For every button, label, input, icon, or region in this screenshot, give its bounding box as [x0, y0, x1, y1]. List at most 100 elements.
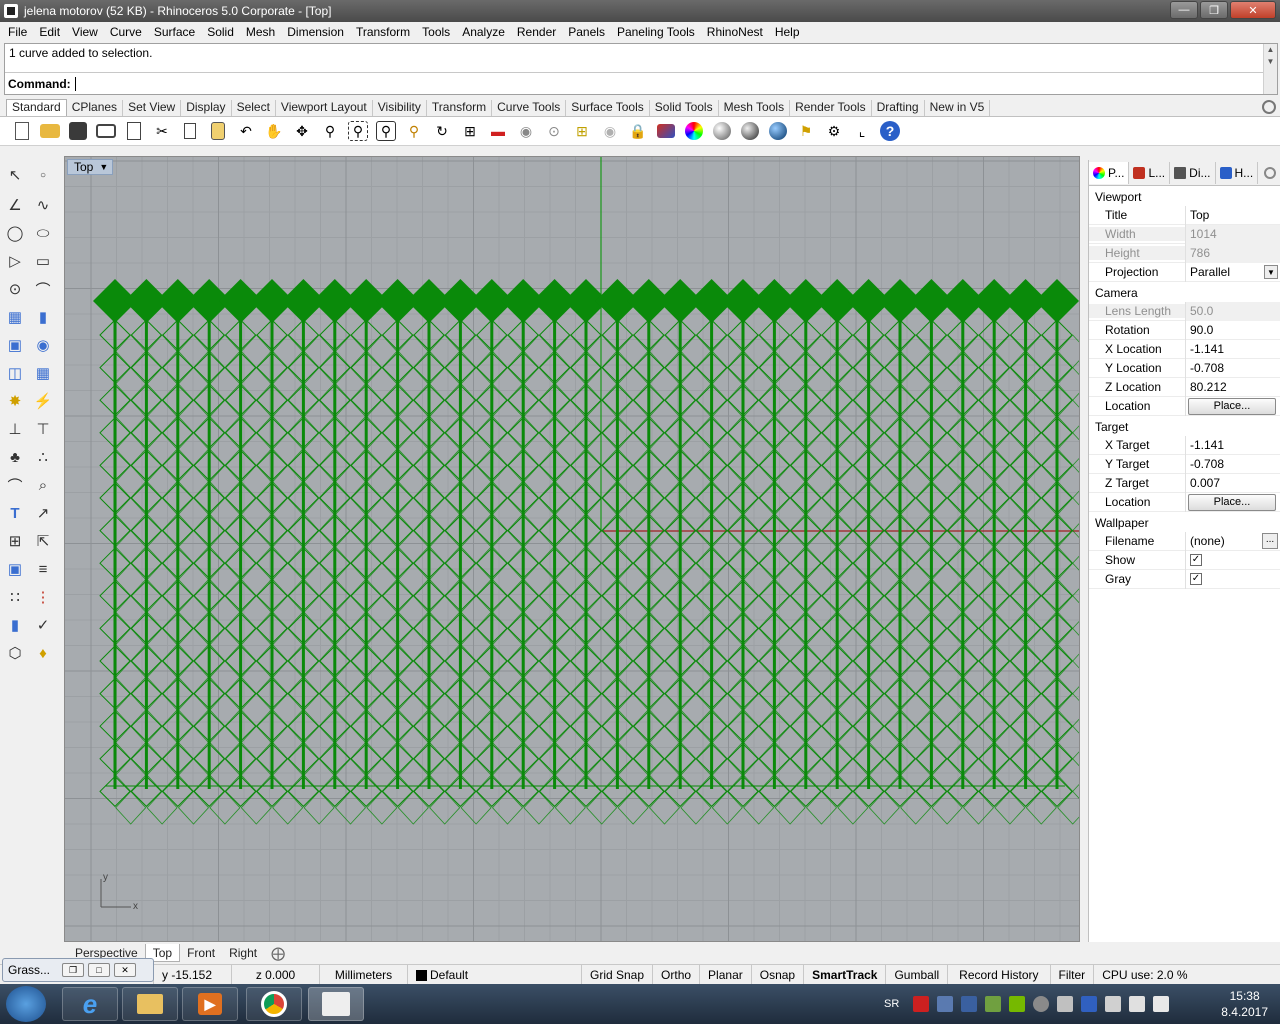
rotate-view-button[interactable]: ✥ [288, 117, 316, 145]
internet-explorer-icon[interactable]: e [62, 987, 118, 1021]
media-player-icon[interactable]: ▶ [182, 987, 238, 1021]
sync-tray-icon[interactable] [985, 996, 1002, 1012]
menu-analyze[interactable]: Analyze [456, 25, 511, 39]
boolean-union-icon[interactable]: ◉ [30, 332, 56, 358]
rotate-button[interactable]: ↻ [428, 117, 456, 145]
menu-curve[interactable]: Curve [104, 25, 148, 39]
menu-solid[interactable]: Solid [201, 25, 240, 39]
cplane-origin-button[interactable]: ⊞ [568, 117, 596, 145]
menu-rhinonest[interactable]: RhinoNest [701, 25, 769, 39]
block-icon[interactable]: ▣ [2, 556, 28, 582]
menu-paneling-tools[interactable]: Paneling Tools [611, 25, 701, 39]
copy-button[interactable] [176, 117, 204, 145]
close-icon[interactable]: ✕ [114, 963, 137, 977]
text-icon[interactable]: T [2, 500, 28, 526]
paste-button[interactable] [204, 117, 232, 145]
zoom-window-button[interactable]: ⚲ [344, 117, 372, 145]
named-view-button[interactable]: ▬ [484, 117, 512, 145]
target-place-button[interactable]: Place... [1188, 493, 1276, 511]
z-location-field[interactable]: 80.212 [1185, 377, 1280, 397]
explode-icon[interactable]: ✸ [2, 388, 28, 414]
dimension-icon[interactable]: ↗ [30, 500, 56, 526]
trim-icon[interactable]: ⚡ [30, 388, 56, 414]
status-filter[interactable]: Filter [1051, 964, 1095, 985]
cube-outline-icon[interactable]: ⬡ [2, 640, 28, 666]
camera-button[interactable]: ◉ [512, 117, 540, 145]
close-button[interactable]: ✕ [1230, 1, 1276, 19]
command-scrollbar[interactable]: ▲ ▼ [1263, 44, 1277, 94]
z-target-field[interactable]: 0.007 [1185, 473, 1280, 493]
toolbar-options-gear-icon[interactable] [1262, 100, 1276, 114]
circle-icon[interactable]: ◯ [2, 220, 28, 246]
cylinder-icon[interactable]: ◫ [2, 360, 28, 386]
acrobat-tray-icon[interactable] [913, 996, 930, 1012]
show-checkbox[interactable]: ✓ [1190, 553, 1202, 566]
panel-tab-display[interactable]: Di... [1170, 161, 1216, 184]
status-record-history[interactable]: Record History [948, 964, 1051, 985]
command-line[interactable]: Command: [5, 72, 1263, 94]
add-viewport-tab-icon[interactable]: ⨁ [264, 944, 292, 962]
chrome-icon[interactable] [246, 987, 302, 1021]
undo-button[interactable]: ↶ [232, 117, 260, 145]
flow-icon[interactable]: ▮ [2, 612, 28, 638]
save-button[interactable] [64, 117, 92, 145]
panel-tab-properties[interactable]: P... [1089, 161, 1130, 184]
menu-mesh[interactable]: Mesh [240, 25, 281, 39]
cut-button[interactable]: ✂ [148, 117, 176, 145]
zoom-selected-button[interactable]: ⚲ [400, 117, 428, 145]
render-button[interactable] [764, 117, 792, 145]
surface-corner-icon[interactable]: ▦ [2, 304, 28, 330]
zoom-button[interactable]: ⚲ [316, 117, 344, 145]
update-tray-icon[interactable] [1033, 996, 1050, 1012]
material-button[interactable] [652, 117, 680, 145]
tab-standard[interactable]: Standard [6, 99, 67, 116]
group-icon[interactable]: ♣ [2, 444, 28, 470]
status-units[interactable]: Millimeters [320, 964, 408, 985]
tab-visibility[interactable]: Visibility [373, 100, 427, 116]
panel-tab-help[interactable]: H... [1216, 161, 1259, 184]
rhino-taskbar-icon[interactable] [308, 987, 364, 1021]
action-center-flag-icon[interactable] [1105, 996, 1122, 1012]
menu-edit[interactable]: Edit [33, 25, 66, 39]
menu-view[interactable]: View [66, 25, 104, 39]
viewport-top[interactable]: yx Top ▼ [64, 156, 1080, 942]
osnap-button[interactable]: ⌞ [848, 117, 876, 145]
tab-mesh-tools[interactable]: Mesh Tools [719, 100, 791, 116]
usb-tray-icon[interactable] [1057, 996, 1074, 1012]
properties-button[interactable]: ⚑ [792, 117, 820, 145]
zoom-extents-button[interactable]: ⚲ [372, 117, 400, 145]
status-layer[interactable]: Default [408, 964, 582, 985]
rotation-field[interactable]: 90.0 [1185, 320, 1280, 340]
open-button[interactable] [36, 117, 64, 145]
join-icon[interactable]: ⊤ [30, 416, 56, 442]
new-button[interactable] [8, 117, 36, 145]
color-button[interactable] [680, 117, 708, 145]
start-button[interactable] [6, 986, 46, 1022]
browse-button[interactable]: ... [1262, 532, 1278, 549]
restore-icon[interactable]: ❐ [62, 963, 85, 977]
tab-set-view[interactable]: Set View [123, 100, 182, 116]
tab-curve-tools[interactable]: Curve Tools [492, 100, 567, 116]
cplane-button[interactable]: ⊙ [540, 117, 568, 145]
menu-render[interactable]: Render [511, 25, 562, 39]
tab-select[interactable]: Select [232, 100, 276, 116]
tab-cplanes[interactable]: CPlanes [67, 100, 124, 116]
security-shield-tray-icon[interactable] [1081, 996, 1098, 1012]
menu-panels[interactable]: Panels [562, 25, 611, 39]
curve-icon[interactable]: ∿ [30, 192, 56, 218]
move-icon[interactable]: ⊞ [2, 528, 28, 554]
point-icon[interactable]: ○ [30, 162, 56, 188]
network-tray-icon[interactable] [1129, 996, 1146, 1012]
viewport-menu-arrow-icon[interactable]: ▼ [99, 162, 108, 172]
arc-icon[interactable]: ⌒ [30, 276, 56, 302]
scroll-down-icon[interactable]: ▼ [1264, 56, 1277, 68]
mesh-plane-icon[interactable]: ▦ [30, 360, 56, 386]
panel-options-gear-icon[interactable] [1264, 166, 1277, 179]
four-views-button[interactable]: ⊞ [456, 117, 484, 145]
arc-center-icon[interactable]: ⊙ [2, 276, 28, 302]
polyline-icon[interactable]: ∠ [2, 192, 28, 218]
tab-solid-tools[interactable]: Solid Tools [650, 100, 719, 116]
options-button[interactable]: ⚙ [820, 117, 848, 145]
minimize-button[interactable]: — [1170, 1, 1198, 19]
ellipse-icon[interactable]: ⬭ [30, 220, 56, 246]
